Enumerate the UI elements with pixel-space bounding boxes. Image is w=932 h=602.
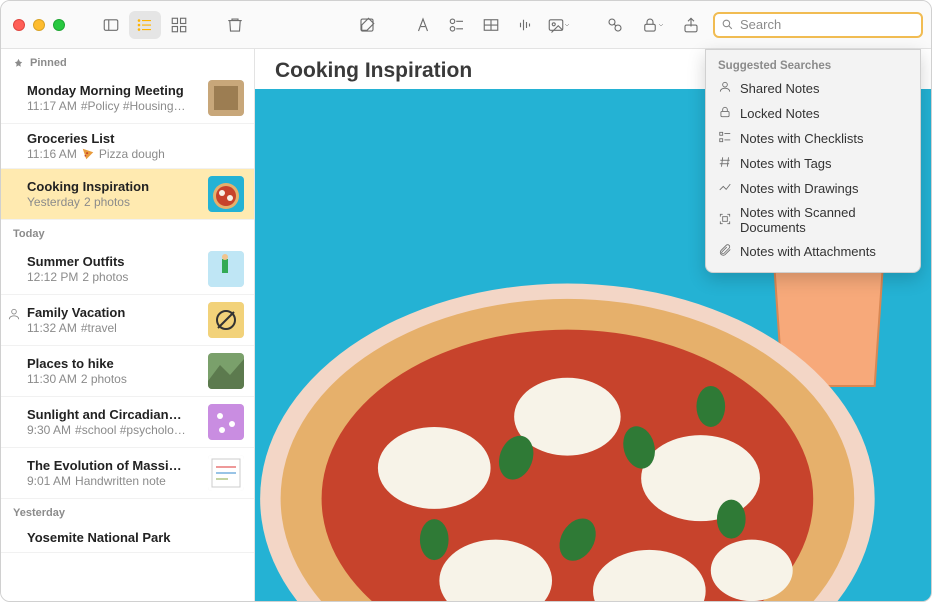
tag-icon: [718, 155, 732, 172]
titlebar: Search: [1, 1, 931, 49]
suggested-search-item[interactable]: Notes with Scanned Documents: [706, 201, 920, 239]
note-title-label: Family Vacation: [27, 305, 200, 320]
note-title-label: Monday Morning Meeting: [27, 83, 200, 98]
format-toolbar: [407, 11, 575, 39]
note-row[interactable]: Sunlight and Circadian…9:30 AM#school #p…: [1, 397, 254, 448]
section-today-header: Today: [1, 220, 254, 244]
search-placeholder: Search: [740, 17, 781, 32]
note-thumbnail: [208, 455, 244, 491]
note-title-label: Groceries List: [27, 131, 244, 146]
note-meta-label: 11:30 AM2 photos: [27, 372, 200, 386]
suggested-search-label: Notes with Scanned Documents: [740, 205, 908, 235]
zoom-window-button[interactable]: [53, 19, 65, 31]
media-button[interactable]: [543, 11, 575, 39]
note-row[interactable]: The Evolution of Massi…9:01 AMHandwritte…: [1, 448, 254, 499]
suggested-search-label: Shared Notes: [740, 81, 820, 96]
suggested-search-item[interactable]: Notes with Tags: [706, 151, 920, 176]
suggested-search-item[interactable]: Notes with Attachments: [706, 239, 920, 264]
note-title-label: Sunlight and Circadian…: [27, 407, 200, 422]
app-window: Search Pinned Monday Morning Meeting11:1…: [0, 0, 932, 602]
suggested-search-item[interactable]: Notes with Drawings: [706, 176, 920, 201]
scan-icon: [718, 212, 732, 229]
link-button[interactable]: [599, 11, 631, 39]
search-input[interactable]: Search: [713, 12, 923, 38]
window-controls: [9, 19, 71, 31]
toggle-sidebar-button[interactable]: [95, 11, 127, 39]
note-title-label: Yosemite National Park: [27, 530, 244, 545]
pin-icon: [13, 58, 24, 69]
lock-icon: [718, 105, 732, 122]
suggested-search-label: Notes with Checklists: [740, 131, 864, 146]
list-view-button[interactable]: [129, 11, 161, 39]
note-row[interactable]: Yosemite National Park: [1, 523, 254, 553]
note-meta-label: 11:32 AM#travel: [27, 321, 200, 335]
note-row[interactable]: Family Vacation11:32 AM#travel: [1, 295, 254, 346]
suggested-search-label: Notes with Tags: [740, 156, 832, 171]
note-thumbnail: [208, 353, 244, 389]
search-icon: [721, 18, 734, 31]
note-meta-label: 9:30 AM#school #psycholo…: [27, 423, 200, 437]
table-button[interactable]: [475, 11, 507, 39]
section-yesterday-header: Yesterday: [1, 499, 254, 523]
note-meta-label: Yesterday2 photos: [27, 195, 200, 209]
note-meta-label: 9:01 AMHandwritten note: [27, 474, 200, 488]
note-title-label: Summer Outfits: [27, 254, 200, 269]
note-thumbnail: [208, 80, 244, 116]
attach-icon: [718, 243, 732, 260]
note-row[interactable]: Cooking InspirationYesterday2 photos: [1, 169, 254, 220]
minimize-window-button[interactable]: [33, 19, 45, 31]
delete-note-button[interactable]: [219, 11, 251, 39]
checklist-icon: [718, 130, 732, 147]
note-row[interactable]: Monday Morning Meeting11:17 AM#Policy #H…: [1, 73, 254, 124]
note-meta-label: 12:12 PM2 photos: [27, 270, 200, 284]
suggested-search-label: Notes with Attachments: [740, 244, 876, 259]
view-switcher: [95, 11, 195, 39]
suggested-search-label: Notes with Drawings: [740, 181, 859, 196]
note-title-label: Cooking Inspiration: [27, 179, 200, 194]
section-pinned-header: Pinned: [1, 49, 254, 73]
lock-button[interactable]: [637, 11, 669, 39]
notes-sidebar: Pinned Monday Morning Meeting11:17 AM#Po…: [1, 49, 255, 601]
close-window-button[interactable]: [13, 19, 25, 31]
note-title-label: Places to hike: [27, 356, 200, 371]
pizza-icon: [81, 147, 95, 161]
note-thumbnail: [208, 176, 244, 212]
note-meta-label: 11:16 AMPizza dough: [27, 147, 244, 161]
suggested-search-item[interactable]: Notes with Checklists: [706, 126, 920, 151]
shared-icon: [7, 307, 21, 321]
checklist-button[interactable]: [441, 11, 473, 39]
note-thumbnail: [208, 404, 244, 440]
note-thumbnail: [208, 302, 244, 338]
note-thumbnail: [208, 251, 244, 287]
note-row[interactable]: Groceries List11:16 AMPizza dough: [1, 124, 254, 169]
suggested-searches-header: Suggested Searches: [706, 56, 920, 76]
suggested-search-item[interactable]: Shared Notes: [706, 76, 920, 101]
format-text-button[interactable]: [407, 11, 439, 39]
note-title-label: The Evolution of Massi…: [27, 458, 200, 473]
people-icon: [718, 80, 732, 97]
suggested-search-item[interactable]: Locked Notes: [706, 101, 920, 126]
share-button[interactable]: [675, 11, 707, 39]
audio-button[interactable]: [509, 11, 541, 39]
gallery-view-button[interactable]: [163, 11, 195, 39]
drawing-icon: [718, 180, 732, 197]
note-meta-label: 11:17 AM#Policy #Housing…: [27, 99, 200, 113]
suggested-search-label: Locked Notes: [740, 106, 820, 121]
note-row[interactable]: Places to hike11:30 AM2 photos: [1, 346, 254, 397]
note-row[interactable]: Summer Outfits12:12 PM2 photos: [1, 244, 254, 295]
suggested-searches-popover: Suggested Searches Shared Notes Locked No…: [705, 49, 921, 273]
new-note-button[interactable]: [351, 11, 383, 39]
